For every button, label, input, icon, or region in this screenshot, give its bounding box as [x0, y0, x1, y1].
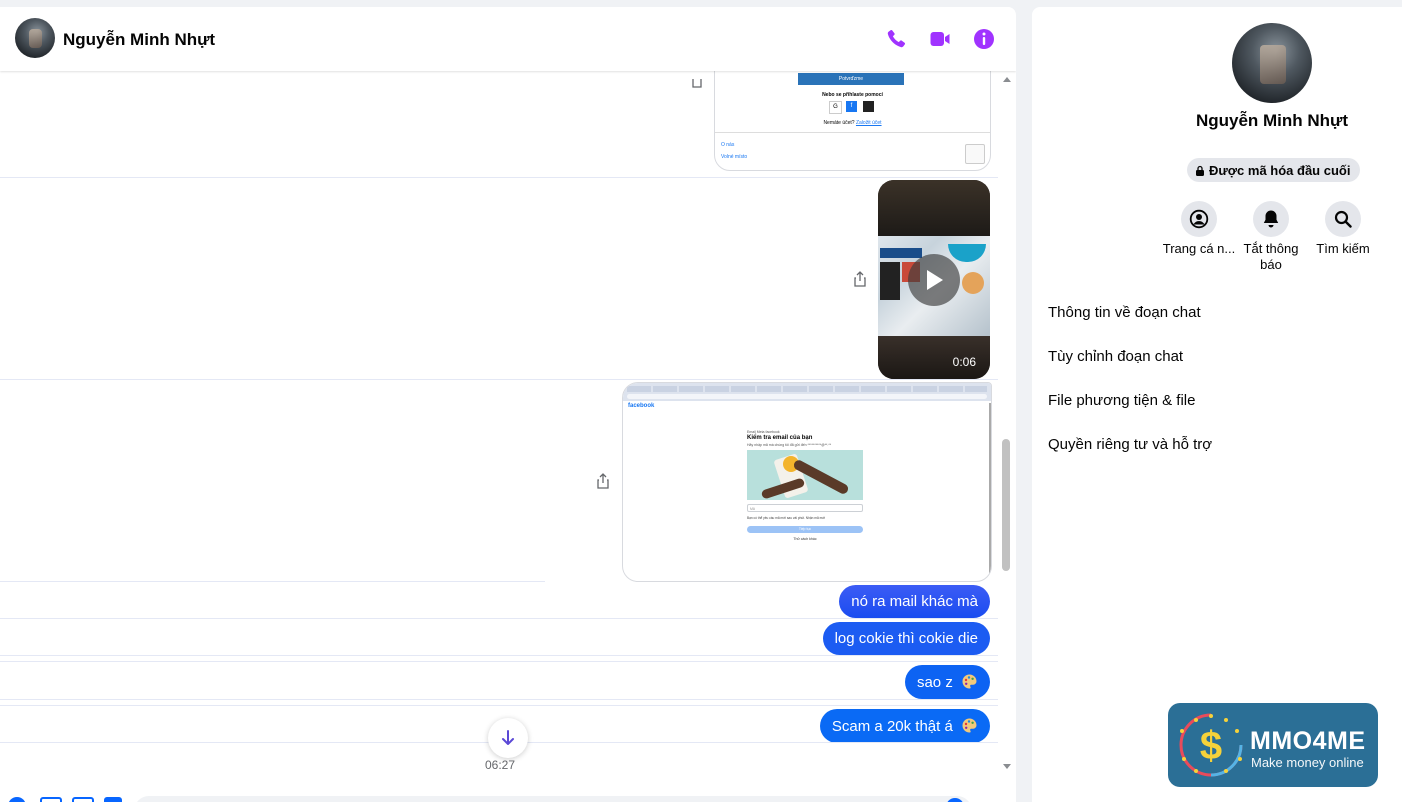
video-frame-top: [878, 180, 990, 236]
palette-emoji-icon: [962, 674, 977, 689]
scroll-down-arrow-icon[interactable]: [1002, 763, 1012, 771]
search-action[interactable]: Tìm kiếm: [1300, 201, 1386, 257]
message-divider: [0, 177, 998, 178]
message-text: Scam a 20k thật á: [831, 718, 953, 735]
facebook-brand: facebook: [628, 403, 655, 409]
facebook-icon: f: [846, 101, 857, 112]
logo-title: MMO4ME: [1250, 727, 1366, 755]
message-bubble[interactable]: Scam a 20k thật á: [819, 709, 990, 743]
search-icon: [1334, 210, 1352, 228]
email-illustration: [747, 450, 863, 500]
message-timestamp: 06:27: [485, 758, 516, 772]
email-heading: Kiểm tra email của bạn: [747, 435, 813, 441]
message-text: sao z: [916, 674, 953, 691]
scrollbar-thumb[interactable]: [1002, 439, 1010, 571]
secondary-link-preview: Thử cách khác: [793, 537, 817, 541]
customize-chat-menu-item[interactable]: Tùy chỉnh đoạn chat: [1048, 348, 1183, 365]
palette-emoji-icon: [962, 718, 977, 733]
code-field-preview: Mã: [747, 504, 863, 512]
footer-link-b: Volné místo: [721, 154, 748, 160]
login-button-preview: Potvrďzme: [798, 73, 904, 85]
composer-bar: [0, 788, 1016, 802]
footer-link-a: O nás: [721, 142, 735, 148]
continue-button-preview: Tiếp tục: [747, 526, 863, 533]
video-duration: 0:06: [952, 355, 976, 369]
encryption-badge[interactable]: Được mã hóa đầu cuối: [1187, 158, 1361, 182]
scroll-up-arrow-icon[interactable]: [1002, 75, 1012, 83]
login-text-preview: Nebo se přihlaste pomocí: [822, 92, 883, 98]
scroll-to-bottom-button[interactable]: [488, 718, 528, 758]
lock-icon: [1196, 165, 1204, 176]
message-input[interactable]: [134, 796, 972, 802]
chat-info-menu-item[interactable]: Thông tin về đoạn chat: [1048, 304, 1201, 321]
email-sub: Hãy nhập mã mà chúng tôi đã gửi đến ****…: [747, 443, 832, 447]
message-divider: [0, 699, 998, 700]
privacy-support-menu-item[interactable]: Quyền riêng tư và hỗ trợ: [1048, 436, 1212, 453]
message-bubble[interactable]: log cokie thì cokie die: [822, 622, 990, 655]
message-divider: [0, 618, 998, 619]
divider: [715, 132, 990, 133]
email-heading-pre: Email Meta facebook: [747, 430, 780, 434]
bell-icon: [1263, 210, 1279, 228]
video-call-icon[interactable]: [928, 27, 952, 51]
contact-avatar[interactable]: [15, 18, 55, 58]
recaptcha-icon: [965, 144, 985, 164]
message-divider: [0, 661, 998, 662]
google-icon: G: [829, 101, 842, 114]
signup-link: Založit účet: [855, 120, 882, 126]
other-login-icon: [863, 101, 874, 112]
sticker-icon[interactable]: [72, 797, 94, 802]
conversation-info-panel: Nguyễn Minh Nhựt Được mã hóa đầu cuối Tr…: [1032, 7, 1402, 802]
message-bubble[interactable]: nó ra mail khác mà: [839, 585, 990, 618]
message-thread[interactable]: Potvrďzme Nebo se přihlaste pomocí G f N…: [0, 31, 998, 802]
profile-icon-button[interactable]: [1181, 201, 1217, 237]
bell-icon-button[interactable]: [1253, 201, 1289, 237]
message-divider: [0, 705, 998, 706]
signup-prompt: Nemáte účet?: [823, 120, 855, 126]
profile-icon: [1189, 209, 1209, 229]
play-icon[interactable]: [908, 254, 960, 306]
action-label: Tìm kiếm: [1316, 241, 1370, 256]
message-divider: [0, 379, 998, 380]
message-divider: [0, 581, 545, 582]
share-icon[interactable]: [690, 73, 704, 89]
share-icon[interactable]: [596, 473, 610, 489]
svg-text:$: $: [1200, 724, 1222, 768]
logo-subtitle: Make money online: [1251, 755, 1364, 770]
image-attachment-email[interactable]: facebook Email Meta facebook Kiểm tra em…: [622, 382, 992, 582]
info-icon[interactable]: [972, 27, 996, 51]
action-label: Tắt thông báo: [1243, 241, 1299, 272]
phone-icon[interactable]: [884, 27, 908, 51]
share-icon[interactable]: [853, 271, 867, 287]
screenshot-scrollbar: [989, 403, 991, 573]
dollar-coin-icon: $: [1179, 713, 1243, 777]
gif-icon[interactable]: [104, 797, 122, 802]
contact-name-large: Nguyễn Minh Nhựt: [1195, 111, 1349, 130]
arrow-down-icon: [502, 730, 514, 745]
image-attach-icon[interactable]: [40, 797, 62, 802]
browser-tabs: [623, 383, 991, 401]
video-attachment[interactable]: 0:06: [878, 180, 990, 379]
emoji-picker-icon[interactable]: [946, 798, 964, 802]
contact-avatar-large[interactable]: [1232, 23, 1312, 103]
message-divider: [0, 655, 998, 656]
chat-header: Nguyễn Minh Nhựt: [0, 7, 1016, 71]
encryption-label: Được mã hóa đầu cuối: [1209, 162, 1351, 178]
search-icon-button[interactable]: [1325, 201, 1361, 237]
message-bubble[interactable]: sao z: [904, 665, 990, 699]
email-checkbox-text: Bạn có thể yêu cầu mã mới sau vài phút. …: [747, 516, 826, 520]
play-triangle-icon: [927, 270, 943, 290]
mmo4me-logo: $ MMO4ME Make money online: [1168, 703, 1378, 787]
chat-main: Nguyễn Minh Nhựt Potvrďzme Nebo se přihl…: [0, 7, 1016, 802]
contact-name[interactable]: Nguyễn Minh Nhựt: [63, 30, 215, 50]
media-files-menu-item[interactable]: File phương tiện & file: [1048, 392, 1195, 409]
signup-line: Nemáte účet? Založit účet: [715, 120, 990, 126]
add-attachment-icon[interactable]: [8, 797, 26, 802]
